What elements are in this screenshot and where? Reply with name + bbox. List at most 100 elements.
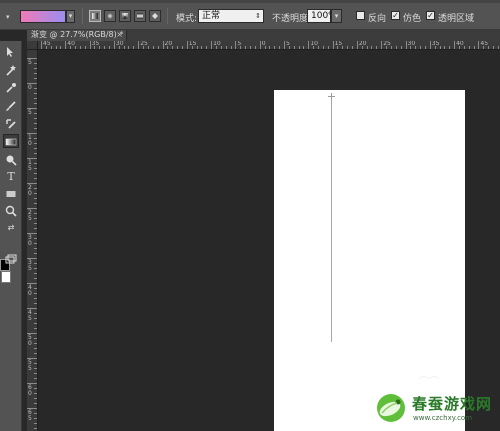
ruler-minor-tick: [34, 263, 37, 264]
ruler-minor-tick: [34, 363, 37, 364]
quick-mask-button[interactable]: [3, 253, 19, 267]
ruler-label: 5: [28, 265, 32, 272]
document-tab-bar: 渐变 @ 27.7%(RGB/8) * ×: [27, 30, 500, 41]
ruler-minor-tick: [34, 218, 37, 219]
diamond-gradient-button[interactable]: [149, 10, 161, 22]
ruler-tick: [381, 41, 383, 49]
ruler-minor-tick: [34, 288, 37, 289]
ruler-minor-tick: [34, 143, 37, 144]
document-tab[interactable]: 渐变 @ 27.7%(RGB/8) * ×: [27, 30, 127, 41]
type-tool[interactable]: T: [3, 170, 19, 184]
ruler-minor-tick: [34, 168, 37, 169]
type-icon: T: [7, 170, 15, 183]
ruler-label: 5: [28, 109, 32, 116]
ruler-minor-tick: [424, 46, 426, 49]
ruler-minor-tick: [322, 46, 324, 49]
gradient-picker-dropdown[interactable]: ▾: [66, 10, 75, 23]
opacity-slider-dropdown[interactable]: ▾: [331, 9, 342, 23]
close-tab-icon[interactable]: ×: [116, 30, 123, 40]
rectangle-icon: [6, 191, 16, 197]
ruler-label: 45: [43, 41, 51, 47]
reflected-gradient-button[interactable]: [134, 10, 146, 22]
ruler-tick: [235, 41, 237, 49]
ruler-tick: [429, 41, 431, 49]
ruler-minor-tick: [34, 163, 37, 164]
ruler-tick: [138, 41, 140, 49]
watermark-url: www.czchxy.com: [413, 414, 473, 422]
background-color-swatch[interactable]: [1, 271, 11, 283]
history-brush-tool[interactable]: [3, 117, 19, 131]
swap-colors-button[interactable]: ⇄: [5, 221, 17, 235]
dodge-tool[interactable]: [3, 153, 19, 167]
ruler-minor-tick: [34, 213, 37, 214]
ruler-minor-tick: [34, 128, 37, 129]
ruler-minor-tick: [34, 423, 37, 424]
tool-preset-arrow-icon[interactable]: ▾: [6, 13, 10, 21]
quick-mask-icon: [5, 254, 17, 264]
gradient-tool[interactable]: [3, 134, 19, 148]
ruler-label: 20: [358, 41, 367, 47]
blend-mode-select[interactable]: 正常 ⇕: [198, 9, 264, 23]
ruler-minor-tick: [400, 46, 402, 49]
ruler-label: 20: [164, 41, 173, 47]
vertical-ruler[interactable]: 505101520253035404550556065: [27, 50, 38, 431]
zoom-tool[interactable]: [3, 204, 19, 218]
ruler-minor-tick: [449, 46, 451, 49]
ruler-minor-tick: [34, 193, 37, 194]
ruler-minor-tick: [99, 46, 101, 49]
ruler-label: 10: [213, 41, 221, 47]
ruler-minor-tick: [34, 78, 37, 79]
document-canvas[interactable]: ⌒⌒: [274, 90, 465, 431]
angle-gradient-button[interactable]: [119, 10, 131, 22]
ruler-label: 5: [286, 41, 290, 47]
dodge-icon: [6, 155, 17, 166]
ruler-minor-tick: [293, 46, 295, 49]
ruler-minor-tick: [34, 428, 37, 429]
ruler-minor-tick: [34, 73, 37, 74]
ruler-minor-tick: [492, 46, 494, 49]
ruler-minor-tick: [34, 378, 37, 379]
canvas-area[interactable]: ⌒⌒: [38, 50, 500, 431]
ruler-origin[interactable]: [27, 41, 38, 50]
magic-wand-icon: [6, 65, 16, 76]
select-caret-icon: ⇕: [255, 12, 261, 20]
separator: [82, 8, 83, 24]
ruler-tick: [41, 41, 42, 49]
ruler-minor-tick: [133, 46, 135, 49]
eyedropper-tool[interactable]: [3, 81, 19, 95]
ruler-label: 5: [237, 41, 242, 47]
ruler-minor-tick: [420, 46, 422, 49]
ruler-minor-tick: [34, 388, 37, 389]
rectangle-tool[interactable]: [3, 187, 19, 201]
transparency-checkbox[interactable]: ✓: [426, 11, 435, 20]
ruler-minor-tick: [34, 68, 37, 69]
opacity-input[interactable]: 100%: [307, 9, 337, 23]
ruler-minor-tick: [34, 138, 37, 139]
watermark-title: 春蚕游戏网: [412, 395, 493, 413]
ruler-label: 5: [28, 165, 32, 172]
ruler-minor-tick: [34, 173, 37, 174]
ruler-minor-tick: [468, 46, 470, 49]
magic-wand-tool[interactable]: [3, 63, 19, 77]
horizontal-ruler[interactable]: 45 40 35 30 25 20 15 10 5 0 5 10 15 20 25 30 35 40 45: [38, 41, 500, 50]
ruler-tick: [356, 41, 358, 49]
move-tool[interactable]: [3, 45, 19, 59]
ruler-tick: [454, 41, 456, 49]
ruler-minor-tick: [303, 46, 305, 49]
reverse-checkbox[interactable]: [356, 11, 365, 20]
dither-checkbox[interactable]: ✓: [391, 11, 400, 20]
ruler-minor-tick: [34, 323, 37, 324]
ruler-minor-tick: [34, 373, 37, 374]
radial-gradient-button[interactable]: [104, 10, 116, 22]
ruler-tick: [186, 41, 188, 49]
ruler-label: 30: [407, 41, 416, 47]
ruler-label: 35: [431, 41, 440, 47]
linear-gradient-button[interactable]: [89, 10, 101, 22]
options-bar: ▾ ▾ 模式: 正常 ⇕ 不透明度: 100% ▾ 反向 ✓ 仿色 ✓ 透明区域: [0, 0, 500, 30]
ruler-label: 25: [140, 41, 148, 47]
gradient-editor-swatch[interactable]: [20, 10, 66, 23]
ruler-label: 0: [28, 240, 32, 247]
ruler-tick: [259, 41, 261, 49]
ruler-minor-tick: [34, 63, 37, 64]
brush-tool[interactable]: [3, 99, 19, 113]
